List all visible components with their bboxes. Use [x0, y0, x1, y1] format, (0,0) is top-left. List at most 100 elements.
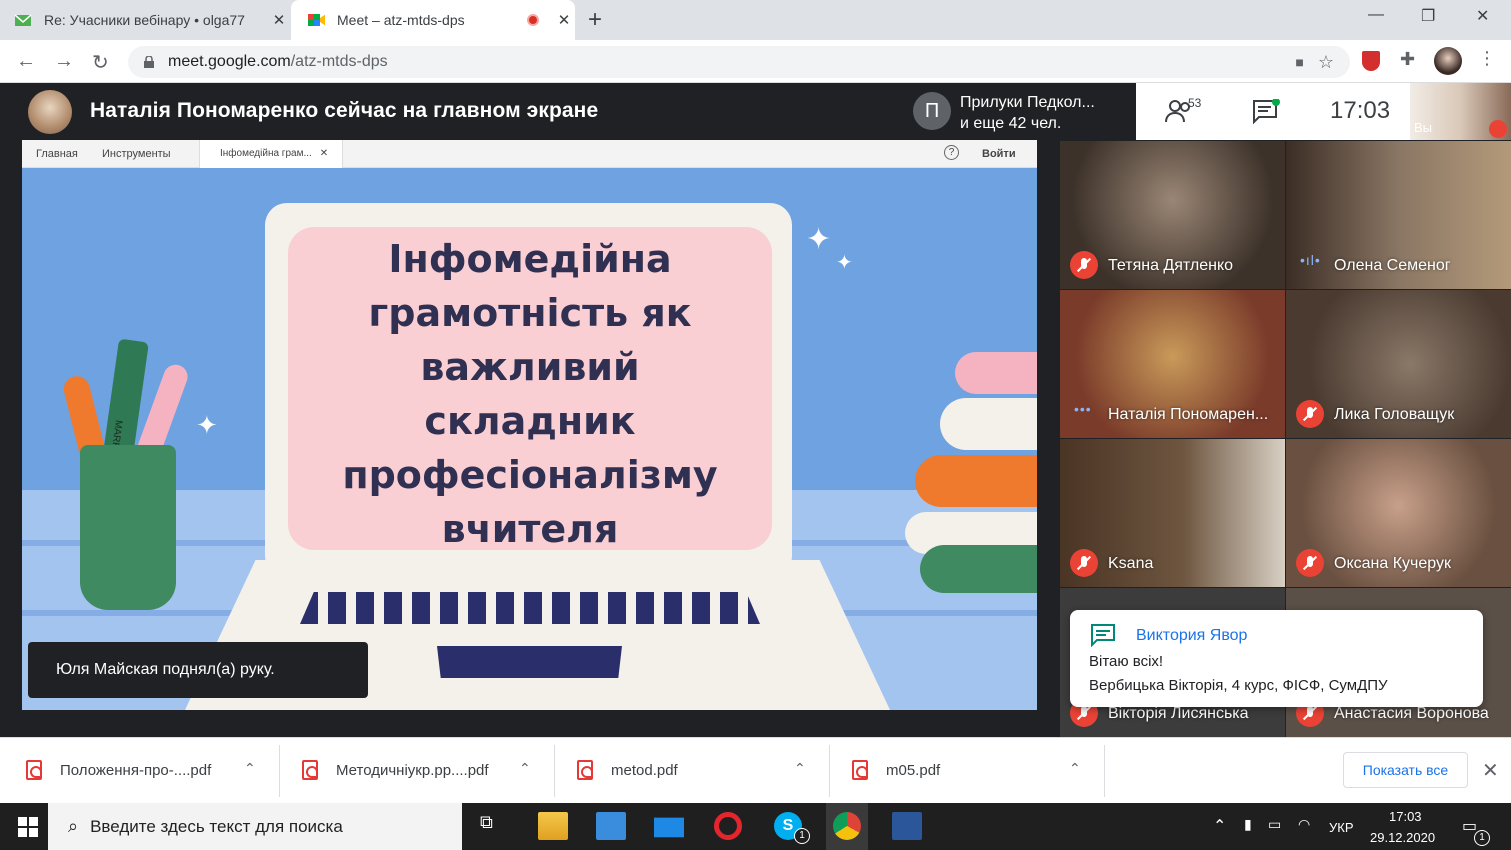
download-filename: Положення-про-....pdf [60, 761, 212, 779]
download-chevron-icon[interactable]: ⌃ [794, 760, 806, 777]
store-icon[interactable] [596, 812, 626, 840]
book-illustration [915, 455, 1037, 507]
downloads-bar [0, 737, 1511, 803]
extensions-puzzle-icon[interactable]: ✚ [1400, 49, 1415, 70]
lock-icon [144, 56, 154, 68]
word-icon[interactable] [892, 812, 922, 840]
download-filename: metod.pdf [611, 761, 678, 779]
download-chevron-icon[interactable]: ⌃ [244, 760, 256, 777]
participant-name: Наталія Пономарен... [1108, 406, 1269, 423]
tab-email[interactable]: Re: Учасники вебінару • olga77 ✕ [14, 0, 290, 40]
book-illustration [940, 398, 1037, 450]
ppt-login-button[interactable]: Войти [982, 148, 1016, 160]
camera-icon[interactable]: ■ [1295, 54, 1303, 70]
download-divider [829, 745, 830, 797]
pinned-avatar: П [913, 92, 951, 130]
browser-menu-icon[interactable]: ⋮ [1478, 48, 1496, 69]
tab-email-close-icon[interactable]: ✕ [268, 11, 290, 29]
bookmark-star-icon[interactable]: ☆ [1318, 52, 1334, 73]
self-mic-off-icon [1489, 120, 1507, 138]
participant-tile[interactable]: ••• Наталія Пономарен... [1060, 290, 1285, 438]
chrome-icon[interactable] [833, 812, 861, 840]
participant-tile[interactable]: •ıl• Олена Семеног [1286, 141, 1511, 289]
input-language[interactable]: УКР [1329, 820, 1354, 835]
url-host: meet.google.com [168, 53, 291, 70]
presenter-banner: Наталія Пономаренко сейчас на главном эк… [90, 99, 599, 122]
participant-name: Ksana [1108, 555, 1154, 572]
microphone-tray-icon[interactable]: ▮ [1244, 816, 1252, 833]
window-close-button[interactable]: ✕ [1476, 6, 1489, 26]
google-meet-icon [307, 12, 325, 28]
ppt-help-icon[interactable]: ? [944, 145, 959, 160]
download-chevron-icon[interactable]: ⌃ [519, 760, 531, 777]
window-maximize-button[interactable]: ❐ [1421, 6, 1435, 26]
pinned-line2: и еще 42 чел. [960, 115, 1062, 132]
book-illustration [955, 352, 1037, 394]
downloads-close-icon[interactable]: ✕ [1482, 758, 1499, 783]
download-divider [279, 745, 280, 797]
url-path: /atz-mtds-dps [290, 53, 388, 70]
participant-tile[interactable]: Ksana [1060, 439, 1285, 587]
file-explorer-icon[interactable] [538, 812, 568, 840]
chat-icon[interactable] [1252, 98, 1280, 130]
taskbar-date[interactable]: 29.12.2020 [1370, 830, 1435, 845]
mic-off-icon [1070, 549, 1098, 577]
address-bar[interactable]: meet.google.com/atz-mtds-dps ■ ☆ [128, 46, 1350, 78]
new-tab-button[interactable]: + [588, 6, 602, 34]
ppt-tab-close-icon[interactable]: ✕ [320, 148, 328, 159]
ublock-extension-icon[interactable] [1362, 51, 1380, 71]
download-filename: Методичніукр.pp....pdf [336, 761, 489, 779]
sparkle-icon: ✦ [196, 410, 218, 440]
mic-off-icon [1296, 549, 1324, 577]
participant-name: Анастасия Воронова [1334, 705, 1489, 722]
pdf-file-icon [577, 760, 593, 780]
show-all-downloads-button[interactable]: Показать все [1343, 752, 1468, 788]
window-minimize-button[interactable]: — [1368, 6, 1384, 24]
download-item[interactable]: Положення-про-....pdf [26, 737, 211, 803]
download-chevron-icon[interactable]: ⌃ [1069, 760, 1081, 777]
speaking-indicator-icon: •ıl• [1300, 252, 1321, 268]
book-illustration [920, 545, 1037, 593]
forward-arrow-icon[interactable]: → [54, 50, 74, 73]
participant-tile[interactable]: Оксана Кучерук [1286, 439, 1511, 587]
pdf-file-icon [26, 760, 42, 780]
battery-tray-icon[interactable]: ▭ [1268, 816, 1281, 833]
chat-bubble-icon [1090, 623, 1116, 652]
tab-email-title: Re: Учасники вебінару • olga77 [44, 12, 245, 28]
active-indicator-icon: ••• [1074, 401, 1092, 417]
back-arrow-icon[interactable]: ← [16, 50, 36, 73]
pdf-file-icon [302, 760, 318, 780]
download-divider [1104, 745, 1105, 797]
task-view-icon[interactable]: ⧉ [480, 812, 510, 840]
tab-meet[interactable]: Meet – atz-mtds-dps ✕ [291, 0, 575, 40]
skype-badge: 1 [794, 828, 810, 844]
participant-tile[interactable]: Тетяна Дятленко [1060, 141, 1285, 289]
mail-envelope-icon [14, 12, 32, 28]
participant-name: Оксана Кучерук [1334, 555, 1451, 572]
laptop-keyboard-illustration [300, 592, 760, 624]
taskbar-time[interactable]: 17:03 [1389, 809, 1422, 824]
profile-avatar[interactable] [1434, 47, 1462, 75]
participant-name: Вікторія Лисянська [1108, 705, 1249, 722]
mic-off-icon [1296, 400, 1324, 428]
ppt-tab-document[interactable]: Інфомедійна грам... ✕ [199, 140, 344, 168]
ppt-toolbar: Главная Инструменты Інфомедійна грам... ✕… [22, 140, 1037, 168]
ppt-tab-home[interactable]: Главная [36, 148, 78, 160]
download-item[interactable]: Методичніукр.pp....pdf [302, 737, 489, 803]
ppt-tab-tools[interactable]: Инструменты [102, 148, 171, 160]
participants-count: 53 [1188, 96, 1202, 110]
chat-message-line: Вербицька Вікторія, 4 курс, ФІСФ, СумДПУ [1089, 677, 1388, 694]
opera-icon[interactable] [714, 812, 742, 840]
chat-sender: Виктория Явор [1136, 627, 1248, 644]
taskbar-search-box[interactable]: ⌕ Введите здесь текст для поиска [48, 803, 462, 850]
pen-cup-illustration [80, 445, 176, 610]
tray-chevron-icon[interactable]: ⌃ [1213, 816, 1226, 836]
participant-tile[interactable]: Лика Головащук [1286, 290, 1511, 438]
reload-icon[interactable]: ↻ [92, 50, 109, 75]
download-item[interactable]: metod.pdf [577, 737, 678, 803]
download-item[interactable]: m05.pdf [852, 737, 940, 803]
tab-meet-close-icon[interactable]: ✕ [553, 11, 575, 29]
search-icon: ⌕ [68, 816, 79, 836]
windows-start-icon[interactable] [18, 817, 38, 842]
wifi-tray-icon[interactable]: ◠ [1298, 816, 1310, 833]
